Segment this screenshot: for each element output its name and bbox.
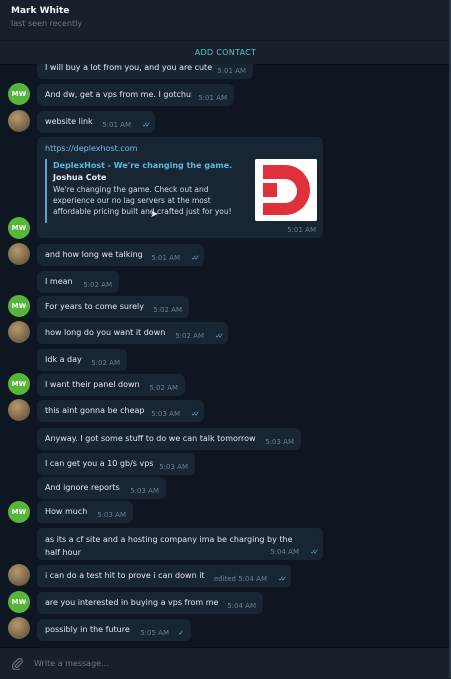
message-bubble[interactable]: I want their panel down 5:02 AM <box>37 374 185 396</box>
preview-title: Joshua Cote <box>53 173 107 182</box>
message-bubble[interactable]: as its a cf site and a hosting company i… <box>37 528 323 560</box>
avatar[interactable]: MW <box>8 83 30 105</box>
message-time: 5:02 AM <box>175 332 204 340</box>
message-bubble[interactable]: Anyway. I got some stuff to do we can ta… <box>37 428 301 450</box>
message-bubble[interactable]: possibly in the future 5:05 AM ✓ <box>37 619 191 641</box>
avatar[interactable]: MW <box>8 373 30 395</box>
message-time: 5:02 AM <box>149 384 178 392</box>
avatar[interactable] <box>8 110 30 132</box>
message-bubble[interactable]: Idk a day 5:02 AM <box>37 349 127 371</box>
double-check-icon: ✓✓ <box>142 121 151 129</box>
avatar[interactable]: MW <box>8 591 30 613</box>
single-check-icon: ✓ <box>178 629 184 637</box>
message-time: 5:01 AM <box>217 67 246 75</box>
message-bubble[interactable]: And dw, get a vps from me. I gotchu 5:01… <box>37 84 234 106</box>
double-check-icon: ✓✓ <box>191 410 200 418</box>
message-time: 5:03 AM <box>265 438 294 446</box>
preview-site-name: DeplexHost - We're changing the game. <box>53 161 233 170</box>
message-bubble[interactable]: this aint gonna be cheap 5:03 AM ✓✓ <box>37 400 204 422</box>
double-check-icon: ✓✓ <box>310 548 319 556</box>
message-time: 5:02 AM <box>83 281 112 289</box>
message-time: 5:02 AM <box>153 306 182 314</box>
double-check-icon: ✓✓ <box>278 575 287 583</box>
avatar[interactable] <box>8 564 30 586</box>
double-check-icon: ✓✓ <box>215 332 224 340</box>
contact-status: last seen recently <box>11 19 83 28</box>
double-check-icon: ✓✓ <box>191 254 200 262</box>
message-bubble[interactable]: I can get you a 10 gb/s vps 5:03 AM <box>37 453 195 475</box>
message-time: 5:01 AM <box>287 226 316 234</box>
message-time: edited 5:04 AM <box>213 575 267 583</box>
message-time: 5:03 AM <box>130 487 159 495</box>
add-contact-button[interactable]: ADD CONTACT <box>0 40 451 65</box>
message-time: 5:01 AM <box>102 121 131 129</box>
message-bubble[interactable]: For years to come surely 5:02 AM <box>37 296 189 318</box>
link-preview[interactable]: DeplexHost - We're changing the game. Jo… <box>45 159 317 223</box>
preview-logo-image <box>255 159 317 221</box>
message-input[interactable] <box>34 655 414 671</box>
avatar[interactable] <box>8 399 30 421</box>
message-time: 5:02 AM <box>91 359 120 367</box>
message-bubble[interactable]: I mean 5:02 AM <box>37 271 119 293</box>
paperclip-icon[interactable] <box>11 657 23 670</box>
avatar[interactable] <box>8 617 30 639</box>
message-bubble[interactable]: website link 5:01 AM ✓✓ <box>37 111 155 133</box>
avatar[interactable]: MW <box>8 217 30 239</box>
message-time: 5:04 AM <box>270 548 299 556</box>
message-time: 5:04 AM <box>227 602 256 610</box>
link-url[interactable]: https://deplexhost.com <box>45 144 137 153</box>
chat-header: Mark White last seen recently <box>0 0 451 40</box>
avatar[interactable]: MW <box>8 501 30 523</box>
message-composer <box>0 647 451 679</box>
message-bubble[interactable]: how long do you want it down 5:02 AM ✓✓ <box>37 322 228 344</box>
message-bubble[interactable]: And ignore reports 5:03 AM <box>37 477 166 499</box>
message-bubble[interactable]: are you interested in buying a vps from … <box>37 592 263 614</box>
mouse-cursor-icon: ➤ <box>150 209 159 220</box>
message-time: 5:05 AM <box>140 629 169 637</box>
message-time: 5:03 AM <box>97 511 126 519</box>
deplexhost-logo-icon <box>255 159 317 221</box>
message-time: 5:01 AM <box>198 94 227 102</box>
avatar[interactable] <box>8 321 30 343</box>
avatar[interactable] <box>8 243 30 265</box>
link-message-bubble[interactable]: https://deplexhost.com DeplexHost - We'r… <box>37 137 323 238</box>
message-bubble[interactable]: i can do a test hit to prove i can down … <box>37 565 291 587</box>
message-time: 5:01 AM <box>151 254 180 262</box>
message-bubble[interactable]: I will buy a lot from you, and you are c… <box>37 64 253 79</box>
message-bubble[interactable]: How much 5:03 AM <box>37 501 133 523</box>
message-bubble[interactable]: and how long we talking 5:01 AM ✓✓ <box>37 244 204 266</box>
message-time: 5:03 AM <box>151 410 180 418</box>
message-time: 5:03 AM <box>159 463 188 471</box>
message-list[interactable]: I will buy a lot from you, and you are c… <box>0 64 451 647</box>
contact-name[interactable]: Mark White <box>11 6 69 16</box>
avatar[interactable]: MW <box>8 295 30 317</box>
